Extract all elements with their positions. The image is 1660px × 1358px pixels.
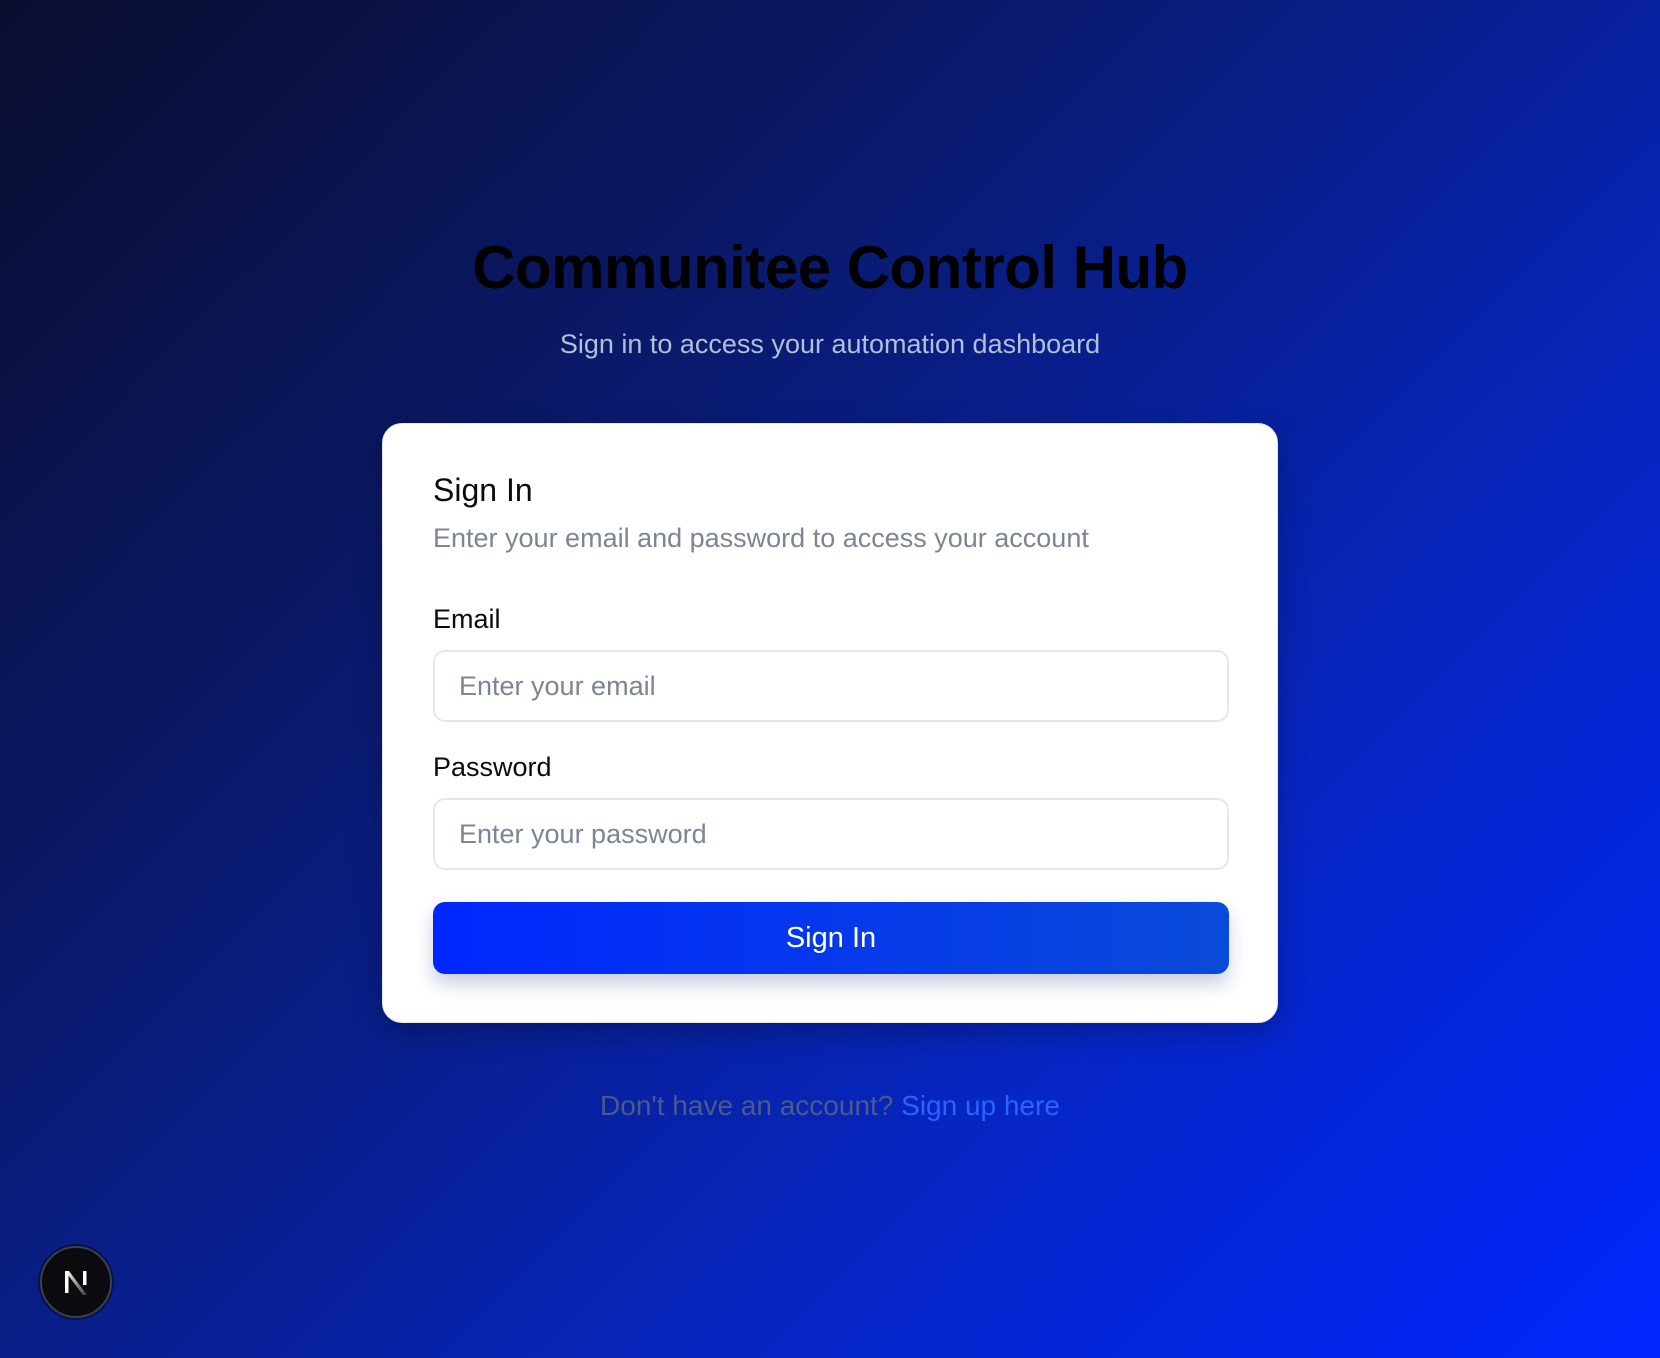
card-title: Sign In	[433, 472, 533, 508]
page-header: Communitee Control Hub Sign in to access…	[0, 228, 1660, 362]
email-label: Email	[433, 604, 501, 634]
password-field[interactable]	[433, 798, 1229, 870]
page-subtitle: Sign in to access your automation dashbo…	[559, 329, 1101, 359]
sign-in-card: Sign In Enter your email and password to…	[382, 423, 1278, 1023]
email-field[interactable]	[433, 650, 1229, 722]
sign-up-prompt: Don't have an account? Sign up here	[0, 1088, 1660, 1124]
nextjs-dev-badge[interactable]	[40, 1246, 112, 1318]
sign-up-link[interactable]: Sign up here	[901, 1090, 1060, 1121]
sign-up-prompt-text: Don't have an account?	[600, 1090, 894, 1121]
card-description: Enter your email and password to access …	[433, 523, 1089, 553]
password-label: Password	[433, 752, 552, 782]
page-title: Communitee Control Hub	[472, 234, 1188, 301]
nextjs-logo-icon	[65, 1271, 87, 1295]
sign-in-button[interactable]: Sign In	[433, 902, 1229, 974]
